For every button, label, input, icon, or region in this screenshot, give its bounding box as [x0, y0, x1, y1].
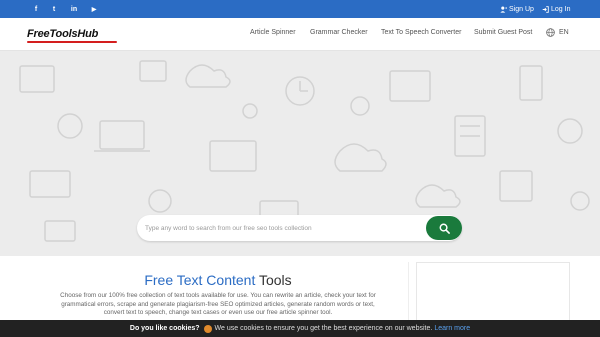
language-label: EN [559, 29, 569, 36]
logo-text: FreeToolsHub [27, 28, 99, 40]
youtube-icon[interactable]: ▶ [84, 0, 104, 18]
cookie-banner: Do you like cookies? We use cookies to e… [0, 320, 600, 337]
title-accent: Free Text Content [144, 272, 256, 288]
title-plain: Tools [258, 272, 292, 288]
nav-article-spinner[interactable]: Article Spinner [250, 29, 296, 36]
main-navbar: FreeToolsHub Article Spinner Grammar Che… [0, 18, 600, 51]
cookie-question: Do you like cookies? [129, 325, 200, 332]
cookie-icon [203, 324, 212, 333]
search-input[interactable] [145, 221, 415, 235]
search-icon [439, 223, 450, 234]
learn-more-link[interactable]: Learn more [434, 325, 470, 332]
facebook-icon[interactable]: f [26, 0, 46, 18]
log-in-link[interactable]: Log In [542, 0, 570, 18]
search-button[interactable] [426, 216, 462, 240]
nav-grammar-checker[interactable]: Grammar Checker [310, 29, 368, 36]
nav-text-to-speech[interactable]: Text To Speech Converter [381, 29, 461, 36]
page-title: Free Text Content Tools [0, 272, 436, 288]
globe-icon [546, 28, 555, 37]
cookie-message: We use cookies to ensure you get the bes… [214, 325, 433, 332]
site-logo[interactable]: FreeToolsHub [27, 28, 117, 43]
sign-up-link[interactable]: Sign Up [500, 0, 534, 18]
page-description: Choose from our 100% free collection of … [60, 292, 376, 316]
logo-underline [27, 41, 117, 43]
user-plus-icon [500, 6, 507, 13]
linkedin-icon[interactable]: in [64, 0, 84, 18]
sidebar-card [416, 262, 570, 328]
search-bar [137, 215, 462, 241]
twitter-icon[interactable]: t [44, 0, 64, 18]
nav-submit-guest-post[interactable]: Submit Guest Post [474, 29, 532, 36]
log-in-label: Log In [551, 5, 571, 13]
top-bar: f t in ▶ Sign Up Log In [0, 0, 600, 18]
sign-in-icon [542, 5, 549, 13]
sign-up-label: Sign Up [509, 5, 534, 13]
language-selector[interactable]: EN [546, 28, 569, 37]
